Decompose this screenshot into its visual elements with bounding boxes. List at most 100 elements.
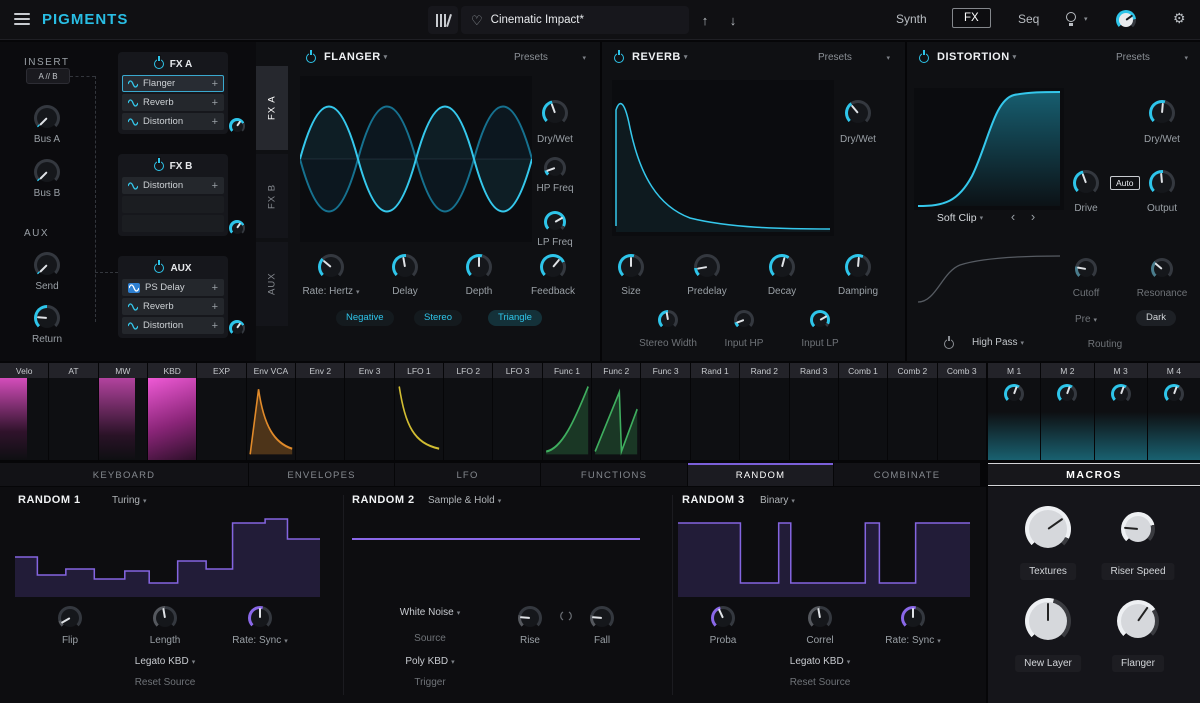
mod-tile-comb-1[interactable]: Comb 1 <box>839 363 887 460</box>
pre-post-dropdown[interactable]: Pre ▾ <box>1075 314 1097 325</box>
random1-mode-dropdown[interactable]: Turing ▾ <box>112 495 147 506</box>
bus-a-knob[interactable] <box>34 105 60 131</box>
reverb-presets-dropdown[interactable]: Presets ▾ <box>818 52 890 63</box>
flanger-negative-button[interactable]: Negative <box>336 310 394 326</box>
reverb-decay-knob[interactable] <box>769 254 795 280</box>
flanger-drywet-knob[interactable] <box>542 100 568 126</box>
distortion-cutoff-knob[interactable] <box>1075 258 1097 280</box>
dark-mode-button[interactable]: Dark <box>1136 310 1176 326</box>
macro-mini-knob[interactable] <box>1164 384 1184 404</box>
mod-tile-m-2[interactable]: M 2 <box>1041 363 1093 460</box>
add-fx-button[interactable]: + <box>212 282 218 294</box>
random2-mode-dropdown[interactable]: Sample & Hold ▾ <box>428 495 501 506</box>
next-mode-button[interactable]: › <box>1031 209 1035 224</box>
distortion-drive-knob[interactable] <box>1073 170 1099 196</box>
random3-correl-knob[interactable] <box>808 606 832 630</box>
random3-mode-dropdown[interactable]: Binary ▾ <box>760 495 795 506</box>
macro-knob-new-layer[interactable] <box>1025 598 1071 644</box>
fx-slot-ps-delay[interactable]: PS Delay+ <box>122 279 224 296</box>
fx-slot-distortion[interactable]: Distortion+ <box>122 317 224 334</box>
macro-knob-textures[interactable] <box>1025 506 1071 552</box>
curve-shape-icon[interactable] <box>559 611 573 624</box>
reverb-power-button[interactable] <box>614 53 624 63</box>
auto-gain-badge[interactable]: Auto <box>1110 176 1140 190</box>
reverb-predelay-knob[interactable] <box>694 254 720 280</box>
distortion-resonance-knob[interactable] <box>1151 258 1173 280</box>
tab-fx[interactable]: FX <box>952 8 991 28</box>
macro-knob-flanger[interactable] <box>1117 600 1159 642</box>
mod-tile-exp[interactable]: EXP <box>197 363 245 460</box>
reverb-damping-knob[interactable] <box>845 254 871 280</box>
flanger-depth-knob[interactable] <box>466 254 492 280</box>
ab-routing-button[interactable]: A // B <box>26 68 70 84</box>
next-preset-button[interactable]: ↓ <box>720 6 746 34</box>
random2-source-dropdown[interactable]: White Noise ▾ <box>400 607 460 618</box>
mod-tile-m-3[interactable]: M 3 <box>1095 363 1147 460</box>
random3-rate-dropdown[interactable]: Rate: Sync ▾ <box>885 635 940 646</box>
mod-tile-lfo-1[interactable]: LFO 1 <box>395 363 443 460</box>
mod-tile-env-3[interactable]: Env 3 <box>345 363 393 460</box>
fx-tab-b[interactable]: FX B <box>256 154 288 238</box>
macro-mini-knob[interactable] <box>1004 384 1024 404</box>
settings-gear-icon[interactable]: ⚙ <box>1173 10 1186 27</box>
previous-mode-button[interactable]: ‹ <box>1011 209 1015 224</box>
bottom-tab-keyboard[interactable]: KEYBOARD <box>0 463 248 486</box>
flanger-power-button[interactable] <box>306 53 316 63</box>
random1-reset-source-dropdown[interactable]: Legato KBD ▾ <box>135 656 195 667</box>
reverb-stereo-width-knob[interactable] <box>658 310 678 330</box>
fx-a-mix-knob[interactable] <box>229 118 245 134</box>
fx-slot-distortion[interactable]: Distortion+ <box>122 177 224 194</box>
fx-slot-distortion[interactable]: Distortion+ <box>122 113 224 130</box>
fx-slot-empty[interactable] <box>122 215 224 232</box>
mod-tile-m-4[interactable]: M 4 <box>1148 363 1200 460</box>
mod-tile-lfo-2[interactable]: LFO 2 <box>444 363 492 460</box>
random2-rise-knob[interactable] <box>518 606 542 630</box>
return-knob[interactable] <box>34 305 60 331</box>
tab-synth[interactable]: Synth <box>896 12 927 26</box>
fx-slot-flanger[interactable]: Flanger+ <box>122 75 224 92</box>
filter-mode-dropdown[interactable]: High Pass ▾ <box>972 337 1024 348</box>
random2-trigger-dropdown[interactable]: Poly KBD ▾ <box>405 656 454 667</box>
macro-mini-knob[interactable] <box>1111 384 1131 404</box>
heart-icon[interactable]: ♡ <box>471 14 483 27</box>
fx-slot-reverb[interactable]: Reverb+ <box>122 298 224 315</box>
bottom-tab-envelopes[interactable]: ENVELOPES <box>249 463 394 486</box>
bus-b-knob[interactable] <box>34 159 60 185</box>
mod-tile-velo[interactable]: Velo <box>0 363 48 460</box>
reverb-type-dropdown[interactable]: REVERB ▾ <box>632 51 688 63</box>
add-fx-button[interactable]: + <box>212 320 218 332</box>
random1-flip-knob[interactable] <box>58 606 82 630</box>
fx-slot-empty[interactable] <box>122 196 224 213</box>
mod-tile-func-3[interactable]: Func 3 <box>641 363 689 460</box>
fx-b-mix-knob[interactable] <box>229 220 245 236</box>
flanger-stereo-button[interactable]: Stereo <box>414 310 462 326</box>
add-fx-button[interactable]: + <box>212 301 218 313</box>
fx-slot-reverb[interactable]: Reverb+ <box>122 94 224 111</box>
hamburger-menu-icon[interactable] <box>14 13 30 28</box>
power-icon[interactable] <box>154 263 164 273</box>
flanger-rate-knob[interactable] <box>318 254 344 280</box>
fx-tab-aux[interactable]: AUX <box>256 242 288 326</box>
random3-rate-knob[interactable] <box>901 606 925 630</box>
mod-tile-rand-3[interactable]: Rand 3 <box>790 363 838 460</box>
macro-knob-riser-speed[interactable] <box>1121 512 1155 546</box>
mod-tile-at[interactable]: AT <box>49 363 97 460</box>
bottom-tab-functions[interactable]: FUNCTIONS <box>541 463 687 486</box>
preset-library-button[interactable] <box>428 6 458 34</box>
tutorials-bulb-icon[interactable] <box>1066 12 1076 22</box>
mod-tile-kbd[interactable]: KBD <box>148 363 196 460</box>
flanger-triangle-button[interactable]: Triangle <box>488 310 542 326</box>
fx-tab-a[interactable]: FX A <box>256 66 288 150</box>
mod-tile-func-2[interactable]: Func 2 <box>592 363 640 460</box>
distortion-type-dropdown[interactable]: DISTORTION ▾ <box>937 51 1017 63</box>
filter-power-icon[interactable] <box>944 339 954 349</box>
flanger-feedback-knob[interactable] <box>540 254 566 280</box>
flanger-type-dropdown[interactable]: FLANGER ▾ <box>324 51 388 63</box>
mod-tile-comb-2[interactable]: Comb 2 <box>888 363 936 460</box>
reverb-drywet-knob[interactable] <box>845 100 871 126</box>
mod-tile-m-1[interactable]: M 1 <box>988 363 1040 460</box>
random1-rate-knob[interactable] <box>248 606 272 630</box>
power-icon[interactable] <box>154 161 164 171</box>
mod-tile-comb-3[interactable]: Comb 3 <box>938 363 986 460</box>
macro-mini-knob[interactable] <box>1057 384 1077 404</box>
